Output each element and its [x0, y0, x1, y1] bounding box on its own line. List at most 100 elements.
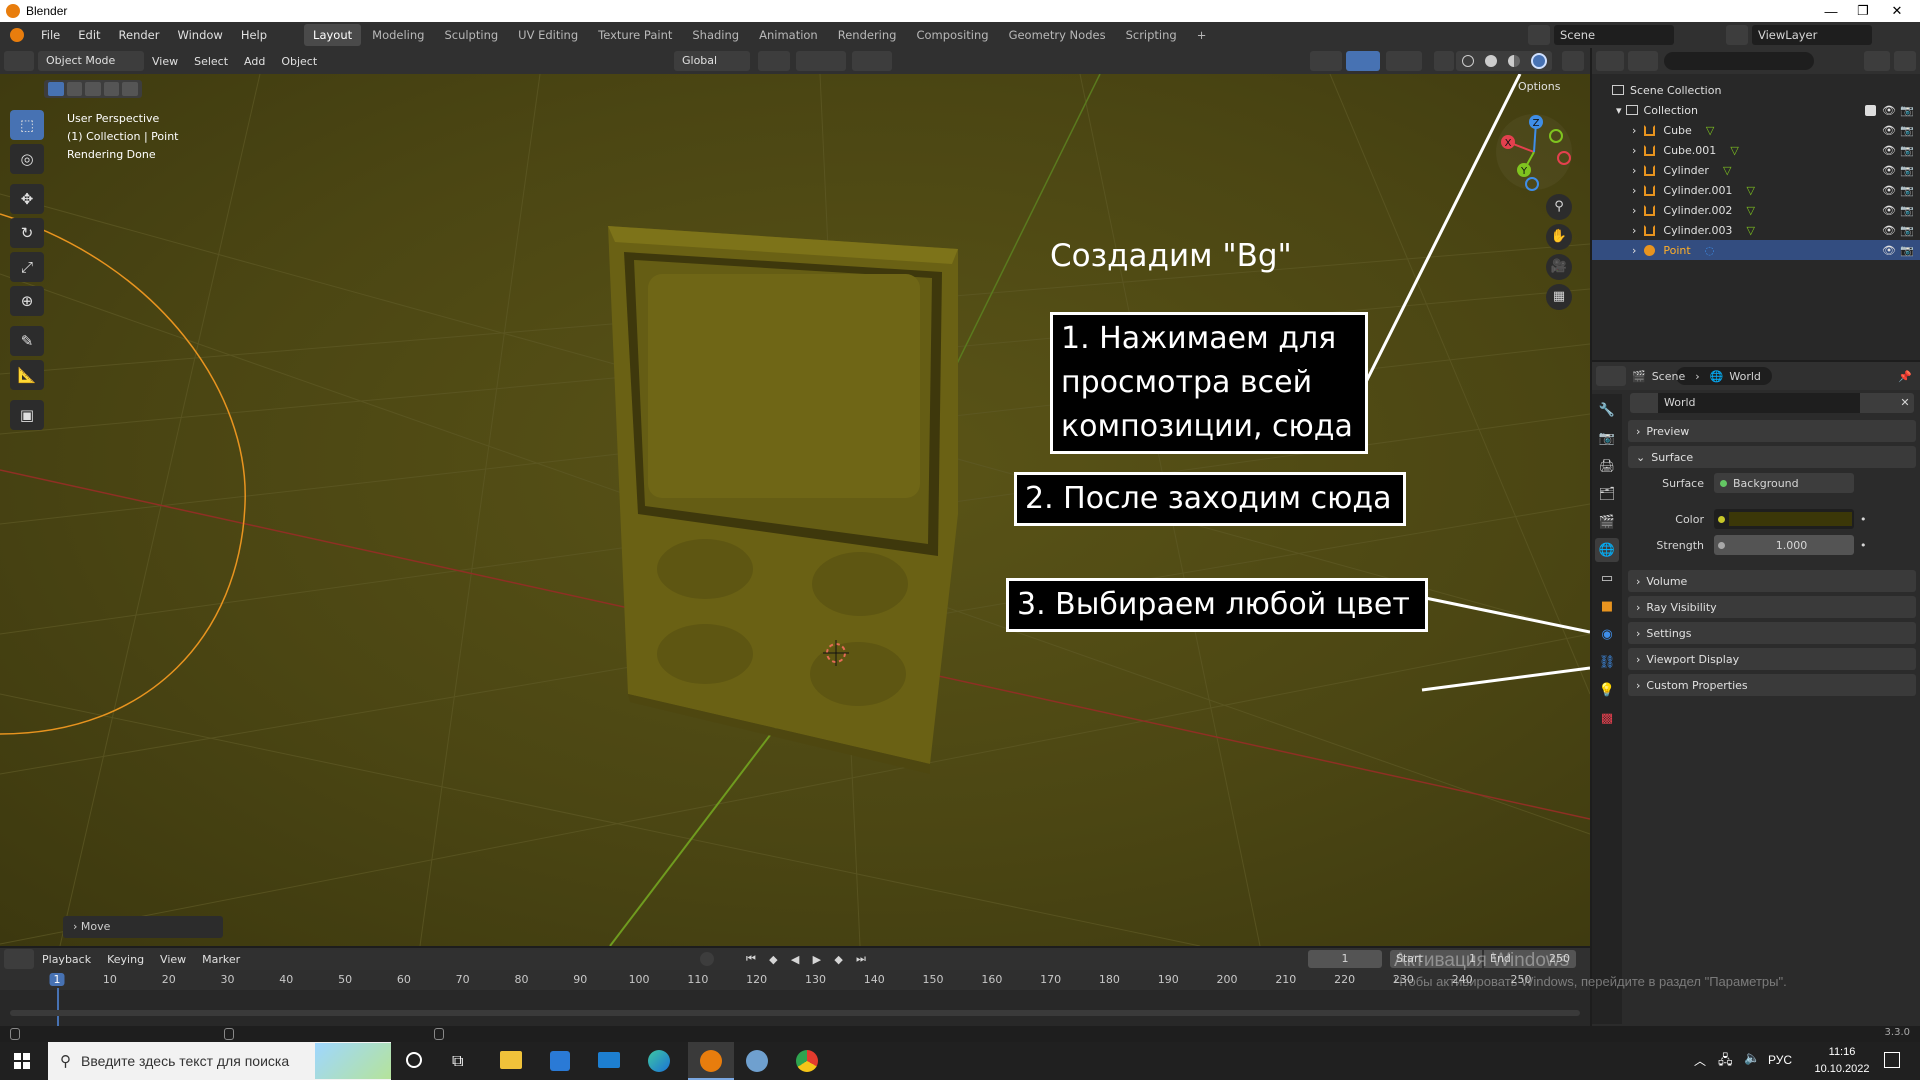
outliner-object-row[interactable]: › Point ◌ 👁 📷: [1592, 240, 1920, 260]
timeline-menu-keying[interactable]: Keying: [99, 953, 152, 966]
camera-view-icon[interactable]: 🎥: [1546, 254, 1572, 280]
tab-modeling[interactable]: Modeling: [363, 24, 433, 46]
pan-hand-icon[interactable]: ✋: [1546, 224, 1572, 250]
world-browse-icon[interactable]: [1630, 393, 1658, 413]
viewport-menu-object[interactable]: Object: [273, 55, 325, 68]
annotate-tool-icon[interactable]: ✎: [10, 326, 44, 356]
paint-app-icon[interactable]: [746, 1050, 768, 1072]
tab-rendering[interactable]: Rendering: [829, 24, 906, 46]
volume-icon[interactable]: 🔈: [1744, 1051, 1760, 1066]
menu-window[interactable]: Window: [168, 28, 231, 42]
play-reverse-icon[interactable]: ◀: [791, 953, 799, 966]
volume-panel-header[interactable]: › Volume: [1628, 570, 1916, 592]
view-layer-tab-icon[interactable]: 🗂: [1595, 482, 1619, 506]
custom-properties-panel-header[interactable]: › Custom Properties: [1628, 674, 1916, 696]
collapse-arrow-icon[interactable]: ▾: [1616, 104, 1622, 117]
unlink-world-icon[interactable]: ✕: [1896, 393, 1914, 413]
select-invert-icon[interactable]: [103, 82, 120, 96]
mesh-data-icon[interactable]: ▽: [1746, 224, 1754, 237]
expand-arrow-icon[interactable]: ›: [1632, 244, 1636, 257]
outliner-object-row[interactable]: › Cube ▽ 👁 📷: [1592, 120, 1920, 140]
outliner-object-row[interactable]: › Cylinder.003 ▽ 👁 📷: [1592, 220, 1920, 240]
prev-keyframe-icon[interactable]: ◆: [769, 953, 777, 966]
mesh-data-icon[interactable]: ▽: [1723, 164, 1731, 177]
render-camera-icon[interactable]: 📷: [1900, 144, 1914, 157]
scene-tab-icon[interactable]: 🎬: [1595, 510, 1619, 534]
scene-browse-icon[interactable]: [1528, 25, 1550, 45]
eye-icon[interactable]: 👁: [1882, 184, 1896, 197]
transform-tool-icon[interactable]: ⊕: [10, 286, 44, 316]
tab-sculpting[interactable]: Sculpting: [435, 24, 507, 46]
render-camera-icon[interactable]: 📷: [1900, 204, 1914, 217]
viewport-pause-icon[interactable]: [1562, 51, 1584, 71]
measure-tool-icon[interactable]: 📐: [10, 360, 44, 390]
editor-type-icon[interactable]: [4, 51, 34, 71]
render-camera-icon[interactable]: 📷: [1900, 184, 1914, 197]
object-data-tab-icon[interactable]: 💡: [1595, 678, 1619, 702]
mesh-data-icon[interactable]: ▽: [1706, 124, 1714, 137]
timeline-ruler[interactable]: 1 10 20 30 40 50 60 70 80 90 100 110 120 130 140 150 160…: [0, 970, 1590, 1028]
pivot-point-icon[interactable]: [758, 51, 790, 71]
viewlayer-browse-icon[interactable]: [1726, 25, 1748, 45]
taskbar-search-box[interactable]: ⚲ Введите здесь текст для поиска: [48, 1042, 391, 1080]
timeline-scrollbar[interactable]: [10, 1010, 1580, 1016]
eye-icon[interactable]: 👁: [1882, 104, 1896, 117]
rendered-shading-icon[interactable]: [1530, 53, 1547, 69]
notifications-icon[interactable]: [1884, 1052, 1900, 1068]
expand-arrow-icon[interactable]: ›: [1632, 224, 1636, 237]
3d-viewport[interactable]: ⬚ ◎ ✥ ↻ ⤢ ⊕ ✎ 📐 ▣ User Perspective (1) C…: [0, 74, 1590, 946]
select-subtract-icon[interactable]: [85, 82, 101, 96]
outliner-object-row[interactable]: › Cube.001 ▽ 👁 📷: [1592, 140, 1920, 160]
rotate-tool-icon[interactable]: ↻: [10, 218, 44, 248]
tab-shading[interactable]: Shading: [683, 24, 748, 46]
last-operator-panel[interactable]: › Move: [63, 916, 223, 938]
surface-panel-header[interactable]: ⌄ Surface: [1628, 446, 1916, 468]
preview-panel-header[interactable]: › Preview: [1628, 420, 1916, 442]
strength-field[interactable]: 1.000: [1714, 535, 1854, 555]
eye-icon[interactable]: 👁: [1882, 224, 1896, 237]
outliner-object-name[interactable]: Point: [1663, 244, 1690, 257]
tab-uv-editing[interactable]: UV Editing: [509, 24, 587, 46]
fake-user-icon[interactable]: [1860, 393, 1878, 413]
viewport-menu-add[interactable]: Add: [236, 55, 273, 68]
playhead-line[interactable]: [57, 988, 59, 1028]
auto-key-record-icon[interactable]: [700, 952, 714, 966]
tab-scripting[interactable]: Scripting: [1117, 24, 1186, 46]
options-dropdown[interactable]: Options: [1518, 80, 1560, 93]
scene-name-field[interactable]: Scene: [1554, 25, 1674, 45]
navigation-gizmo[interactable]: X Y Z: [1494, 112, 1574, 192]
expand-arrow-icon[interactable]: ›: [1632, 164, 1636, 177]
current-frame-field[interactable]: 1: [1308, 950, 1382, 968]
render-camera-icon[interactable]: 📷: [1900, 104, 1914, 117]
surface-shader-dropdown[interactable]: Background: [1714, 473, 1854, 493]
duplicate-world-icon[interactable]: [1878, 393, 1896, 413]
object-mode-dropdown[interactable]: Object Mode: [38, 51, 144, 71]
blender-menu-icon[interactable]: [10, 28, 24, 42]
outliner-search-input[interactable]: [1664, 52, 1814, 70]
cursor-tool-icon[interactable]: ◎: [10, 144, 44, 174]
render-camera-icon[interactable]: 📷: [1900, 164, 1914, 177]
task-view-icon[interactable]: ⧉: [452, 1051, 463, 1071]
constraints-tab-icon[interactable]: ⛓: [1595, 650, 1619, 674]
proportional-edit-icon[interactable]: [852, 51, 892, 71]
render-camera-icon[interactable]: 📷: [1900, 244, 1914, 257]
timeline-menu-marker[interactable]: Marker: [194, 953, 248, 966]
tab-layout[interactable]: Layout: [304, 24, 362, 46]
settings-panel-header[interactable]: › Settings: [1628, 622, 1916, 644]
viewport-menu-view[interactable]: View: [144, 55, 186, 68]
input-language[interactable]: РУС: [1768, 1053, 1792, 1067]
timeline-menu-view[interactable]: View: [152, 953, 194, 966]
select-new-icon[interactable]: [48, 82, 64, 96]
outliner-collection[interactable]: ▾ Collection 👁 📷: [1592, 100, 1920, 120]
tray-chevron-up-icon[interactable]: ︿: [1694, 1052, 1706, 1069]
xray-toggle-icon[interactable]: [1434, 51, 1454, 71]
outliner-editor-type-icon[interactable]: [1596, 51, 1624, 71]
eye-icon[interactable]: 👁: [1882, 244, 1896, 257]
mesh-data-icon[interactable]: ▽: [1730, 144, 1738, 157]
select-box-tool-icon[interactable]: ⬚: [10, 110, 44, 140]
visibility-icon[interactable]: [1310, 51, 1342, 71]
cortana-icon[interactable]: [406, 1052, 422, 1068]
file-explorer-icon[interactable]: [500, 1051, 522, 1069]
select-intersect-icon[interactable]: [122, 82, 138, 96]
wireframe-shading-icon[interactable]: [1461, 55, 1474, 67]
